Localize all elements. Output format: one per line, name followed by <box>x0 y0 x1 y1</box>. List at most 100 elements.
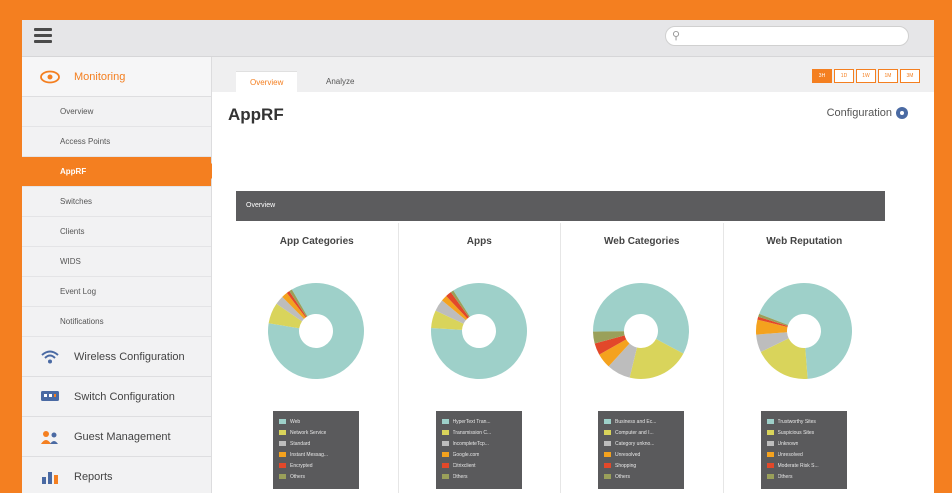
legend-swatch <box>604 452 611 457</box>
sidebar-reports[interactable]: Reports <box>22 457 211 493</box>
search-box[interactable]: ⚲ <box>665 26 909 46</box>
legend-item[interactable]: Unknown <box>766 438 841 449</box>
card-web-categories: Web Categories Business and Ec... Computer… <box>561 223 724 493</box>
app-window: ⚲ Monitoring Overview Access Points AppR… <box>22 20 934 493</box>
legend-swatch <box>441 430 449 435</box>
legend-item[interactable]: Instant Messag... <box>279 449 353 460</box>
legend-label: Encrypted <box>290 462 313 469</box>
legend-item[interactable]: Category unkno... <box>604 438 678 449</box>
legend-item[interactable]: Moderate Risk S... <box>766 460 841 471</box>
legend-item[interactable]: Encrypted <box>279 460 353 471</box>
legend-label: Others <box>452 473 468 480</box>
bar-chart-icon <box>38 467 62 487</box>
legend-label: Others <box>777 473 793 480</box>
sidebar-item-clients[interactable]: Clients <box>22 217 211 247</box>
page-title: AppRF <box>228 105 284 124</box>
sidebar-switch-label: Switch Configuration <box>74 390 175 403</box>
donut-chart[interactable] <box>754 281 854 381</box>
card-title: Web Categories <box>604 236 680 247</box>
time-button-1d[interactable]: 1D <box>834 69 854 83</box>
legend-label: Moderate Risk S... <box>777 462 819 469</box>
legend-label: Unresolved <box>777 451 803 458</box>
legend-item[interactable]: IncompleteTcp... <box>441 438 516 449</box>
sidebar-guest-management[interactable]: Guest Management <box>22 417 211 457</box>
legend-swatch <box>604 419 611 424</box>
legend-item[interactable]: Google.com <box>441 449 516 460</box>
sidebar-item-access-points[interactable]: Access Points <box>22 127 211 157</box>
legend-label: Unresolved <box>615 451 641 458</box>
legend-swatch <box>441 452 449 457</box>
legend-item[interactable]: Unresolved <box>604 449 678 460</box>
donut-chart[interactable] <box>266 281 366 381</box>
legend-swatch <box>604 430 611 435</box>
legend-item[interactable]: Suspicious Sites <box>766 427 841 438</box>
sidebar-item-apprf[interactable]: AppRF <box>22 157 219 187</box>
sidebar-wireless-configuration[interactable]: Wireless Configuration <box>22 337 211 377</box>
legend-label: Suspicious Sites <box>777 429 815 436</box>
card-title: Web Reputation <box>766 236 843 247</box>
legend-label: Instant Messag... <box>290 451 329 458</box>
legend-item[interactable]: Others <box>766 471 841 482</box>
legend-swatch <box>766 430 774 435</box>
wifi-icon <box>38 347 62 367</box>
sidebar-item-switches[interactable]: Switches <box>22 187 211 217</box>
legend-label: Standard <box>290 440 311 447</box>
legend-swatch <box>279 463 286 468</box>
legend-item[interactable]: Unresolved <box>766 449 841 460</box>
tab-analyze[interactable]: Analyze <box>312 71 368 92</box>
time-button-1w[interactable]: 1W <box>856 69 876 83</box>
sidebar-item-wids[interactable]: WIDS <box>22 247 211 277</box>
legend-label: Others <box>290 473 306 480</box>
legend-swatch <box>441 463 449 468</box>
gear-icon <box>896 107 908 119</box>
legend-label: Transmission C... <box>452 429 492 436</box>
legend-item[interactable]: Citrixclient <box>441 460 516 471</box>
time-button-1m[interactable]: 1M <box>878 69 898 83</box>
donut-chart[interactable] <box>429 281 529 381</box>
configuration-label: Configuration <box>826 107 892 119</box>
legend-item[interactable]: Shopping <box>604 460 678 471</box>
legend-label: Shopping <box>615 462 637 469</box>
sidebar-item-overview[interactable]: Overview <box>22 97 211 127</box>
time-button-3h[interactable]: 3H <box>812 69 832 83</box>
legend-swatch <box>766 419 774 424</box>
legend-item[interactable]: Others <box>441 471 516 482</box>
sidebar-monitoring[interactable]: Monitoring <box>22 57 211 97</box>
sidebar-item-notifications[interactable]: Notifications <box>22 307 211 337</box>
sidebar-guest-label: Guest Management <box>74 430 171 443</box>
hamburger-menu-icon[interactable] <box>34 28 52 44</box>
search-input[interactable] <box>686 28 900 46</box>
legend-item[interactable]: Standard <box>279 438 353 449</box>
configuration-link[interactable]: Configuration <box>827 107 908 119</box>
chart-legend: Web Network Service Standard Instant Messag… <box>273 411 359 489</box>
legend-label: Category unkno... <box>615 440 655 447</box>
legend-item[interactable]: Web <box>279 416 353 427</box>
legend-label: Google.com <box>452 451 480 458</box>
legend-item[interactable]: Computer and I... <box>604 427 678 438</box>
legend-swatch <box>279 452 286 457</box>
sidebar: Monitoring Overview Access Points AppRF … <box>22 57 219 493</box>
legend-item[interactable]: Others <box>279 471 353 482</box>
main-content: Overview Analyze 3H 1D 1W 1M 3M AppRF Co… <box>212 57 934 493</box>
legend-swatch <box>766 441 774 446</box>
card-title: Apps <box>466 236 492 247</box>
donut-chart[interactable] <box>591 281 691 381</box>
legend-swatch <box>604 463 611 468</box>
card-title: App Categories <box>279 236 354 247</box>
legend-swatch <box>279 419 286 424</box>
sidebar-switch-configuration[interactable]: Switch Configuration <box>22 377 211 417</box>
legend-item[interactable]: Transmission C... <box>441 427 516 438</box>
time-button-3m[interactable]: 3M <box>900 69 920 83</box>
legend-item[interactable]: Trustworthy Sites <box>766 416 841 427</box>
legend-item[interactable]: Network Service <box>279 427 353 438</box>
legend-item[interactable]: HyperText Tran... <box>441 416 516 427</box>
legend-swatch <box>441 441 449 446</box>
sidebar-item-event-log[interactable]: Event Log <box>22 277 211 307</box>
tab-overview[interactable]: Overview <box>236 71 298 93</box>
legend-label: Web <box>290 418 301 425</box>
search-icon: ⚲ <box>672 30 681 42</box>
sidebar-monitoring-label: Monitoring <box>74 70 126 83</box>
legend-item[interactable]: Others <box>604 471 678 482</box>
chart-legend: Business and Ec... Computer and I... Categ… <box>598 411 684 489</box>
legend-item[interactable]: Business and Ec... <box>604 416 678 427</box>
